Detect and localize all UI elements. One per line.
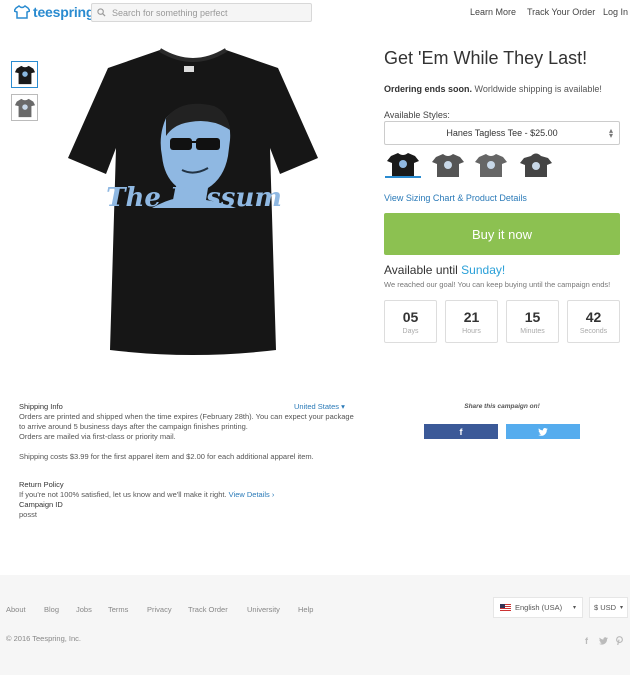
footer-link-track-order[interactable]: Track Order	[188, 605, 228, 614]
countdown-value: 05	[402, 309, 419, 325]
select-arrows-icon: ▴ ▾	[608, 126, 613, 140]
shirt-thumbnail-icon	[14, 65, 35, 84]
logo-text: teespring	[33, 4, 95, 20]
goal-reached-text: We reached our goal! You can keep buying…	[384, 280, 611, 289]
search-input[interactable]	[112, 7, 302, 18]
view-details-link[interactable]: View Details	[229, 490, 270, 499]
countdown-unit: Minutes	[520, 328, 545, 335]
facebook-icon: f	[459, 426, 463, 437]
countdown-value: 42	[585, 309, 602, 325]
countdown-unit: Days	[402, 328, 419, 335]
shirt-swatch-icon	[432, 154, 464, 177]
styles-label: Available Styles:	[384, 110, 450, 120]
country-value: United States	[294, 402, 340, 411]
countdown-unit: Hours	[462, 328, 481, 335]
facebook-share-button[interactable]: f	[424, 424, 498, 439]
shipping-line-2: Orders are mailed via first-class or pri…	[19, 432, 176, 441]
nav-log-in[interactable]: Log In	[603, 7, 628, 17]
product-thumbnail-front[interactable]	[11, 61, 38, 88]
shirt-logo-icon	[14, 5, 30, 19]
hoodie-swatch-icon	[520, 153, 552, 177]
pinterest-icon[interactable]	[615, 636, 624, 645]
twitter-share-button[interactable]	[506, 424, 580, 439]
twitter-icon	[538, 427, 548, 436]
nav-track-order[interactable]: Track Your Order	[527, 7, 595, 17]
facebook-icon[interactable]: f	[585, 636, 588, 646]
language-select[interactable]: English (USA) ▾	[493, 597, 583, 618]
copyright: © 2016 Teespring, Inc.	[6, 634, 82, 643]
available-day: Sunday!	[461, 263, 506, 277]
search-box[interactable]	[91, 3, 312, 22]
buy-it-now-button[interactable]: Buy it now	[384, 213, 620, 255]
search-icon	[97, 8, 106, 17]
selected-style: Hanes Tagless Tee - $25.00	[446, 128, 558, 138]
site-footer: About Blog Jobs Terms Privacy Track Orde…	[0, 575, 630, 675]
countdown-unit: Seconds	[579, 328, 608, 335]
footer-link-help[interactable]: Help	[298, 605, 313, 614]
shirt-print-text: The Possum	[106, 183, 282, 213]
style-swatch-hoodie[interactable]	[518, 152, 554, 178]
sizing-chart-link[interactable]: View Sizing Chart & Product Details	[384, 193, 527, 203]
worldwide-shipping-text: Worldwide shipping is available!	[474, 84, 602, 94]
shipping-costs: Shipping costs $3.99 for the first appar…	[19, 452, 314, 461]
nav-learn-more[interactable]: Learn More	[470, 7, 516, 17]
footer-link-blog[interactable]: Blog	[44, 605, 59, 614]
teespring-logo[interactable]: teespring	[14, 4, 94, 20]
style-swatch-3[interactable]	[473, 152, 509, 178]
share-label: Share this campaign on!	[464, 403, 540, 410]
flag-icon	[500, 604, 511, 611]
footer-link-university[interactable]: University	[247, 605, 280, 614]
purchase-panel: Get 'Em While They Last! Ordering ends s…	[384, 48, 620, 343]
twitter-icon[interactable]	[599, 637, 608, 645]
footer-link-about[interactable]: About	[6, 605, 26, 614]
campaign-id-heading: Campaign ID	[19, 500, 63, 509]
available-prefix: Available until	[384, 263, 458, 277]
chevron-down-icon: ▾	[572, 605, 576, 611]
campaign-title: Get 'Em While They Last!	[384, 48, 588, 68]
return-policy-heading: Return Policy	[19, 480, 64, 489]
footer-link-jobs[interactable]: Jobs	[76, 605, 92, 614]
country-select[interactable]: United States ▾	[294, 402, 345, 411]
shipping-info: Shipping Info Orders are printed and shi…	[19, 402, 355, 520]
shirt-swatch-icon	[475, 154, 507, 177]
currency-select[interactable]: $ USD ▾	[589, 597, 628, 618]
product-thumbnail-alt[interactable]	[11, 94, 38, 121]
shipping-line-1: Orders are printed and shipped when the …	[19, 412, 354, 431]
countdown-minutes: 15 Minutes	[506, 300, 559, 343]
language-value: English (USA)	[515, 603, 563, 612]
style-select[interactable]: Hanes Tagless Tee - $25.00 ▴ ▾	[384, 121, 620, 145]
chevron-down-icon: ▾	[341, 402, 345, 411]
chevron-down-icon: ▾	[619, 605, 623, 611]
style-swatch-2[interactable]	[430, 152, 466, 178]
countdown-value: 21	[463, 309, 480, 325]
return-policy-desc: If you're not 100% satisfied, let us kno…	[19, 490, 227, 499]
footer-link-terms[interactable]: Terms	[108, 605, 128, 614]
product-image: The Possum	[62, 40, 324, 366]
shirt-swatch-icon	[387, 153, 419, 176]
campaign-id-value: posst	[19, 510, 37, 519]
countdown-value: 15	[524, 309, 541, 325]
ordering-notice: Ordering ends soon. Worldwide shipping i…	[384, 84, 602, 94]
site-header: teespring Learn More Track Your Order Lo…	[0, 0, 630, 26]
countdown-seconds: 42 Seconds	[567, 300, 620, 343]
chevron-right-icon: ›	[271, 490, 275, 499]
currency-value: $ USD	[594, 603, 617, 612]
shirt-thumbnail-icon	[14, 98, 35, 117]
countdown-days: 05 Days	[384, 300, 437, 343]
return-policy-text: If you're not 100% satisfied, let us kno…	[19, 490, 355, 500]
style-swatch-tagless-tee[interactable]	[385, 152, 421, 178]
countdown-hours: 21 Hours	[445, 300, 498, 343]
available-until: Available until Sunday!	[384, 263, 505, 277]
ordering-ends-text: Ordering ends soon.	[384, 84, 473, 94]
footer-link-privacy[interactable]: Privacy	[147, 605, 172, 614]
